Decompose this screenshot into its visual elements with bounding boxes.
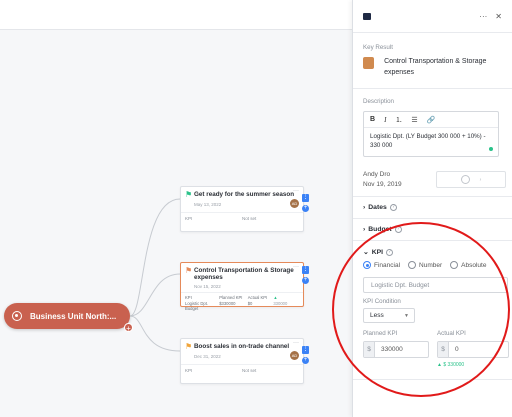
kpi-name: Logistic Dpt. Budget [185, 301, 209, 311]
description-text[interactable]: Logistic Dpt. (LY Budget 300 000 + 10%) … [364, 128, 498, 154]
card-menu-icon[interactable]: ⋮ [302, 266, 309, 274]
scrollbar[interactable] [506, 0, 512, 417]
status-dot [489, 147, 493, 151]
add-child-button[interactable]: + [302, 357, 309, 364]
user-icon [460, 175, 470, 184]
root-node-label: Business Unit North:... [30, 311, 117, 321]
close-icon[interactable]: ✕ [495, 12, 502, 21]
objective-card[interactable]: ··· ⚑ Boost sales in on-trade channel De… [180, 338, 304, 384]
kpi-header: KPI [185, 295, 192, 300]
avatar: AD [290, 199, 299, 208]
bold-icon[interactable]: B [370, 116, 375, 123]
key-result-card-selected[interactable]: ··· ⚑ Control Transportation & Storage e… [180, 262, 304, 311]
card-title: Boost sales in on-trade channel [194, 343, 290, 350]
kpi-value: Not set [242, 368, 257, 373]
add-child-button[interactable]: + [302, 277, 309, 284]
kpi-planned: $330000 [219, 301, 236, 306]
key-result-title[interactable]: Control Transportation & Storage expense… [384, 56, 508, 78]
owner-name: Andy Dro [363, 171, 391, 178]
card-side-actions: ⋮ + [302, 194, 310, 215]
target-icon [12, 311, 22, 321]
chevron-right-icon: › [479, 176, 482, 183]
card-side-actions: ⋮ + [302, 266, 310, 287]
more-icon[interactable]: ··· [293, 264, 299, 270]
kpi-delta: 330000 [273, 301, 288, 306]
kpi-actual: $0 [247, 301, 253, 306]
chevron-right-icon: › [363, 226, 366, 233]
kpi-label: KPI [185, 216, 193, 221]
card-title: Control Transportation & Storage expense… [194, 267, 294, 281]
link-icon[interactable]: 🔗 [427, 116, 436, 124]
more-icon[interactable]: ··· [479, 12, 487, 21]
highlight-annotation-circle [332, 222, 510, 397]
add-child-button[interactable]: + [302, 205, 309, 212]
avatar: AD [290, 351, 299, 360]
bullet-list-icon[interactable]: ☰ [411, 116, 417, 124]
root-node-business-unit[interactable]: Business Unit North:... [4, 303, 130, 329]
top-bar [0, 0, 352, 30]
numbered-list-icon[interactable]: ⒈ [395, 115, 402, 125]
card-menu-icon[interactable]: ⋮ [302, 346, 309, 354]
kpi-value: Not set [242, 216, 257, 221]
card-date: May 13, 2022 [194, 202, 222, 207]
flag-icon: ⚑ [185, 266, 193, 275]
card-title: Get ready for the summer season [194, 191, 295, 198]
dates-section-toggle[interactable]: › Dates ? [363, 204, 397, 211]
more-icon[interactable]: ··· [293, 188, 299, 194]
owner-date: Nov 19, 2019 [363, 181, 402, 188]
chevron-right-icon: › [363, 204, 366, 211]
description-label: Description [363, 98, 394, 105]
assignee-select[interactable]: › [436, 171, 506, 188]
dates-label: Dates [368, 204, 387, 211]
objective-card[interactable]: ··· ⚑ Get ready for the summer season Ma… [180, 186, 304, 232]
card-date: Dec 31, 2022 [194, 354, 221, 359]
more-icon[interactable]: ··· [293, 340, 299, 346]
kpi-header: Actual KPI [247, 295, 268, 300]
card-side-actions: ⋮ + [302, 346, 310, 367]
flag-icon: ⚑ [185, 190, 193, 199]
flag-icon: ⚑ [185, 342, 193, 351]
description-editor[interactable]: B I ⒈ ☰ 🔗 Logistic Dpt. (LY Budget 300 0… [363, 111, 499, 157]
card-date: Nov 15, 2022 [194, 284, 221, 289]
key-result-label: Key Result [363, 44, 393, 51]
folder-icon [363, 12, 371, 20]
root-node-expand-button[interactable]: + [124, 323, 133, 333]
italic-icon[interactable]: I [384, 116, 386, 124]
color-swatch[interactable] [363, 57, 375, 69]
card-menu-icon[interactable]: ⋮ [302, 194, 309, 202]
help-icon: ? [389, 204, 397, 211]
kpi-header: Planned KPI [219, 295, 243, 300]
kpi-label: KPI [185, 368, 193, 373]
kpi-header: ▲ [273, 295, 278, 300]
